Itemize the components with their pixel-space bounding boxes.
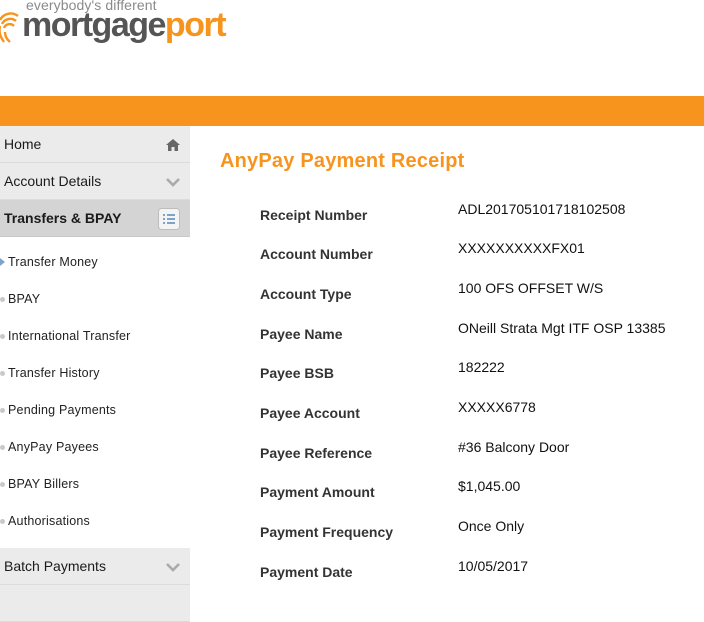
nav-next-item-partial[interactable]	[0, 585, 190, 622]
receipt-row-payee-reference: Payee Reference #36 Balcony Door	[260, 439, 700, 475]
receipt-row-payment-frequency: Payment Frequency Once Only	[260, 518, 700, 554]
field-label: Payment Amount	[260, 484, 375, 500]
field-value: XXXXX6778	[458, 399, 536, 415]
receipt-row-payee-account: Payee Account XXXXX6778	[260, 399, 700, 435]
bullet-icon	[0, 297, 5, 302]
bullet-icon	[0, 408, 5, 413]
fingerprint-icon	[0, 12, 19, 43]
nav-label: Account Details	[4, 173, 102, 189]
sub-item-transfer-history[interactable]: Transfer History	[0, 355, 190, 392]
sub-item-label: Transfer History	[8, 366, 100, 380]
list-icon	[158, 200, 180, 237]
field-value: 100 OFS OFFSET W/S	[458, 280, 604, 296]
sub-item-bpay[interactable]: BPAY	[0, 281, 190, 318]
field-value: Once Only	[458, 518, 525, 534]
field-label: Payee Reference	[260, 445, 373, 461]
bullet-icon	[0, 445, 5, 450]
chevron-down-icon	[166, 548, 180, 585]
chevron-down-icon	[166, 163, 180, 200]
nav-transfers-bpay[interactable]: Transfers & BPAY	[0, 200, 190, 237]
sub-item-anypay-payees[interactable]: AnyPay Payees	[0, 429, 190, 466]
receipt-row-account-number: Account Number XXXXXXXXXXFX01	[260, 240, 700, 276]
mortgageport-logo[interactable]: everybody's different mortgageport	[0, 0, 227, 46]
receipt-row-account-type: Account Type 100 OFS OFFSET W/S	[260, 280, 700, 316]
nav-account-details[interactable]: Account Details	[0, 163, 190, 200]
field-label: Payee Name	[260, 326, 343, 342]
nav-home[interactable]: Home	[0, 126, 190, 163]
sub-item-label: Transfer Money	[8, 255, 98, 269]
receipt-row-payee-bsb: Payee BSB 182222	[260, 359, 700, 395]
nav-batch-payments[interactable]: Batch Payments	[0, 548, 190, 585]
home-icon	[166, 126, 180, 163]
receipt-row-receipt-number: Receipt Number ADL201705101718102508	[260, 201, 700, 237]
field-value: ONeill Strata Mgt ITF OSP 13385	[458, 320, 666, 336]
sub-item-label: AnyPay Payees	[8, 440, 99, 454]
nav-label: Batch Payments	[4, 558, 106, 574]
nav-label: Home	[4, 136, 42, 152]
bullet-icon	[0, 371, 5, 376]
arrow-bullet-icon	[0, 258, 5, 266]
field-label: Payee Account	[260, 405, 360, 421]
sub-item-authorisations[interactable]: Authorisations	[0, 503, 190, 540]
sub-item-pending-payments[interactable]: Pending Payments	[0, 392, 190, 429]
bullet-icon	[0, 519, 5, 524]
field-label: Account Number	[260, 246, 373, 262]
field-label: Receipt Number	[260, 207, 368, 223]
field-label: Account Type	[260, 286, 352, 302]
bullet-icon	[0, 334, 5, 339]
field-label: Payment Frequency	[260, 524, 394, 540]
sub-item-label: BPAY	[8, 292, 41, 306]
header-bar	[0, 96, 704, 126]
bullet-icon	[0, 482, 5, 487]
field-value: 182222	[458, 359, 505, 375]
sub-item-label: BPAY Billers	[8, 477, 80, 491]
field-value: XXXXXXXXXXFX01	[458, 240, 585, 256]
sub-item-international-transfer[interactable]: International Transfer	[0, 318, 190, 355]
logo-wordmark: mortgageport	[22, 6, 227, 44]
field-label: Payee BSB	[260, 365, 334, 381]
field-value: #36 Balcony Door	[458, 439, 570, 455]
field-value: $1,045.00	[458, 478, 521, 494]
sub-item-transfer-money[interactable]: Transfer Money	[0, 244, 190, 281]
receipt-row-payment-date: Payment Date 10/05/2017	[260, 558, 700, 594]
sidebar: Home Account Details Transfers & BPAY Tr…	[0, 126, 190, 622]
field-value: 10/05/2017	[458, 558, 529, 574]
receipt-row-payment-amount: Payment Amount $1,045.00	[260, 478, 700, 514]
sub-item-label: Authorisations	[8, 514, 91, 528]
sub-item-bpay-billers[interactable]: BPAY Billers	[0, 466, 190, 503]
receipt-row-payee-name: Payee Name ONeill Strata Mgt ITF OSP 133…	[260, 320, 700, 356]
nav-label: Transfers & BPAY	[4, 210, 122, 226]
field-label: Payment Date	[260, 564, 353, 580]
page-title: AnyPay Payment Receipt	[220, 150, 465, 172]
field-value: ADL201705101718102508	[458, 201, 626, 217]
sub-item-label: International Transfer	[8, 329, 131, 343]
sub-item-label: Pending Payments	[8, 403, 117, 417]
